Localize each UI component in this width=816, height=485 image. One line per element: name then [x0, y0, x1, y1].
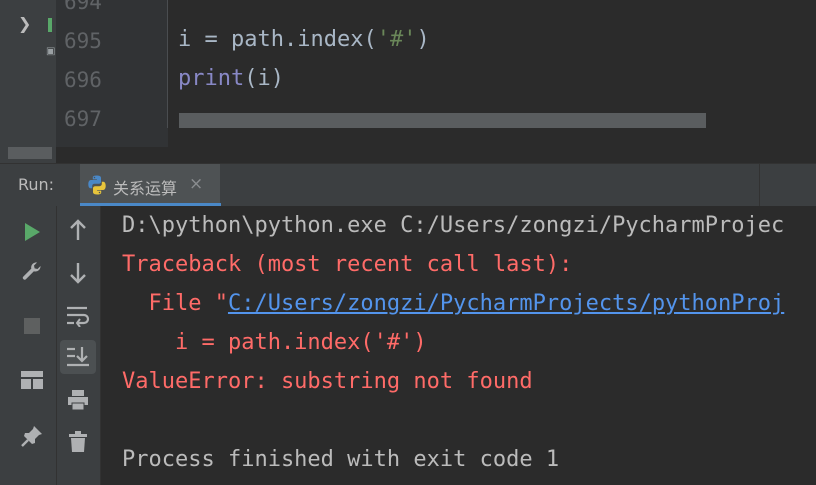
run-icon[interactable] — [18, 218, 46, 246]
python-icon — [86, 174, 108, 196]
editor-horizontal-scrollbar[interactable] — [179, 113, 706, 128]
code-token-builtin: print — [178, 66, 245, 91]
trash-icon[interactable] — [64, 428, 92, 456]
run-label: Run: — [18, 175, 55, 194]
code-line[interactable]: i = path.index('#') — [178, 27, 430, 52]
editor-bottom-strip — [0, 147, 56, 163]
editor-left-strip: ❯ ▣ — [0, 0, 56, 147]
code-token-call: path.index( — [231, 27, 377, 52]
structure-icon: ▣ — [46, 46, 56, 57]
code-line[interactable]: print(i) — [178, 66, 284, 91]
arrow-down-icon[interactable] — [64, 259, 92, 287]
stop-icon[interactable] — [18, 312, 46, 340]
left-scrollbar-thumb[interactable] — [8, 147, 52, 159]
code-token-args: (i) — [244, 66, 284, 91]
code-editor[interactable]: ❯ ▣ 694 695 696 697 i = path.index('#') … — [0, 0, 816, 163]
console-line-command: D:\python\python.exe C:/Users/zongzi/Pyc… — [122, 213, 785, 238]
console-file-prefix: File " — [122, 291, 228, 316]
code-token-paren: ) — [416, 27, 430, 52]
code-token-operator: = — [191, 27, 231, 52]
run-tab-title[interactable]: 关系运算 — [113, 175, 177, 199]
console-line-file: File "C:/Users/zongzi/PycharmProjects/py… — [122, 291, 784, 316]
print-icon[interactable] — [64, 386, 92, 414]
console-line-code: i = path.index('#') — [122, 330, 427, 355]
line-number: 696 — [64, 68, 102, 92]
run-toolwindow-header: Run: 关系运算 × — [0, 163, 816, 207]
header-separator — [759, 164, 760, 206]
line-number: 695 — [64, 29, 102, 53]
arrow-up-icon[interactable] — [64, 216, 92, 244]
code-token-variable: i — [178, 27, 192, 52]
gutter-divider — [167, 0, 168, 128]
file-path-link[interactable]: C:/Users/zongzi/PycharmProjects/pythonPr… — [228, 291, 784, 316]
soft-wrap-icon[interactable] — [64, 302, 92, 330]
pin-icon[interactable] — [18, 422, 46, 450]
chevron-right-icon[interactable]: ❯ — [18, 14, 31, 33]
change-marker — [48, 18, 52, 32]
line-number: 697 — [64, 107, 102, 131]
wrench-icon[interactable] — [18, 258, 46, 286]
console-output[interactable]: D:\python\python.exe C:/Users/zongzi/Pyc… — [101, 206, 816, 485]
run-toolbar-primary — [0, 206, 56, 485]
scroll-to-end-icon[interactable] — [64, 343, 92, 371]
console-line-error: ValueError: substring not found — [122, 369, 533, 394]
line-number-gutter: 694 695 696 697 — [56, 0, 168, 147]
console-line-exit: Process finished with exit code 1 — [122, 447, 560, 472]
layout-icon[interactable] — [18, 366, 46, 394]
close-icon[interactable]: × — [189, 174, 203, 194]
console-line-traceback: Traceback (most recent call last): — [122, 252, 573, 277]
code-token-string: '#' — [376, 27, 417, 52]
line-number: 694 — [64, 0, 102, 14]
